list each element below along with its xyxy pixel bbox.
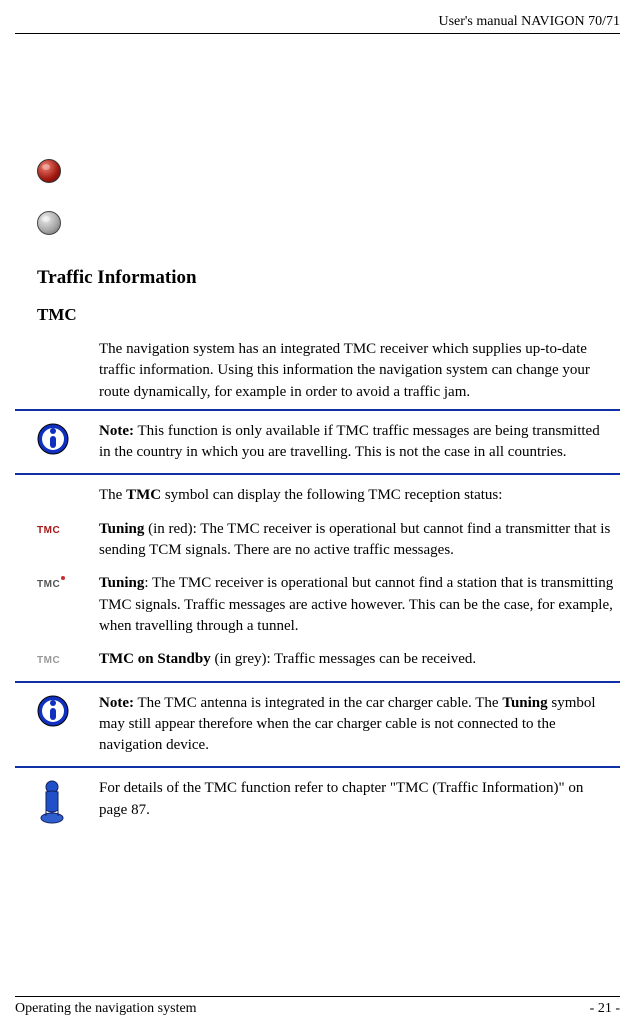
standby-row: TMC TMC on Standby (in grey): Traffic me… [15,643,620,676]
page-header: User's manual NAVIGON 70/71 [15,12,620,34]
info-figure-icon [15,778,99,829]
tuning-text: Tuning: The TMC receiver is operational … [99,573,620,637]
tmc-intro-text: The TMC symbol can display the following… [99,485,620,506]
page-footer: Operating the navigation system - 21 - [15,996,620,1017]
intro-paragraph: The navigation system has an integrated … [99,339,614,403]
note-row: Note: This function is only available if… [15,415,620,470]
details-row: For details of the TMC function refer to… [15,772,620,835]
note2-text: Note: The TMC antenna is integrated in t… [99,693,620,757]
globe-grey-icon [37,211,620,235]
tmc-standby-icon: TMC [15,649,99,668]
note2-row: Note: The TMC antenna is integrated in t… [15,687,620,763]
subsection-title: TMC [37,305,620,325]
note-icon [15,693,99,727]
note1-body: This function is only available if TMC t… [99,423,600,460]
tmc-intro-row: The TMC symbol can display the following… [15,479,620,512]
header-title: User's manual NAVIGON 70/71 [438,14,620,29]
note-icon [15,421,99,455]
note-label: Note: [99,423,134,439]
divider [15,473,620,475]
divider [15,681,620,683]
standby-text: TMC on Standby (in grey): Traffic messag… [99,649,620,670]
footer-left: Operating the navigation system [15,1001,197,1017]
divider [15,766,620,768]
footer-right: - 21 - [590,1001,620,1017]
tuning-row: TMC Tuning: The TMC receiver is operatio… [15,567,620,643]
section-title: Traffic Information [37,267,620,289]
tuning-red-text: Tuning (in red): The TMC receiver is ope… [99,519,620,562]
page-content: Traffic Information TMC The navigation s… [15,34,620,996]
divider [15,409,620,411]
details-text: For details of the TMC function refer to… [99,778,620,821]
tmc-tuning-icon: TMC [15,573,99,592]
tuning-red-row: TMC Tuning (in red): The TMC receiver is… [15,513,620,568]
globe-red-icon [37,159,620,183]
note1-text: Note: This function is only available if… [99,421,620,464]
tmc-red-icon: TMC [15,519,99,538]
